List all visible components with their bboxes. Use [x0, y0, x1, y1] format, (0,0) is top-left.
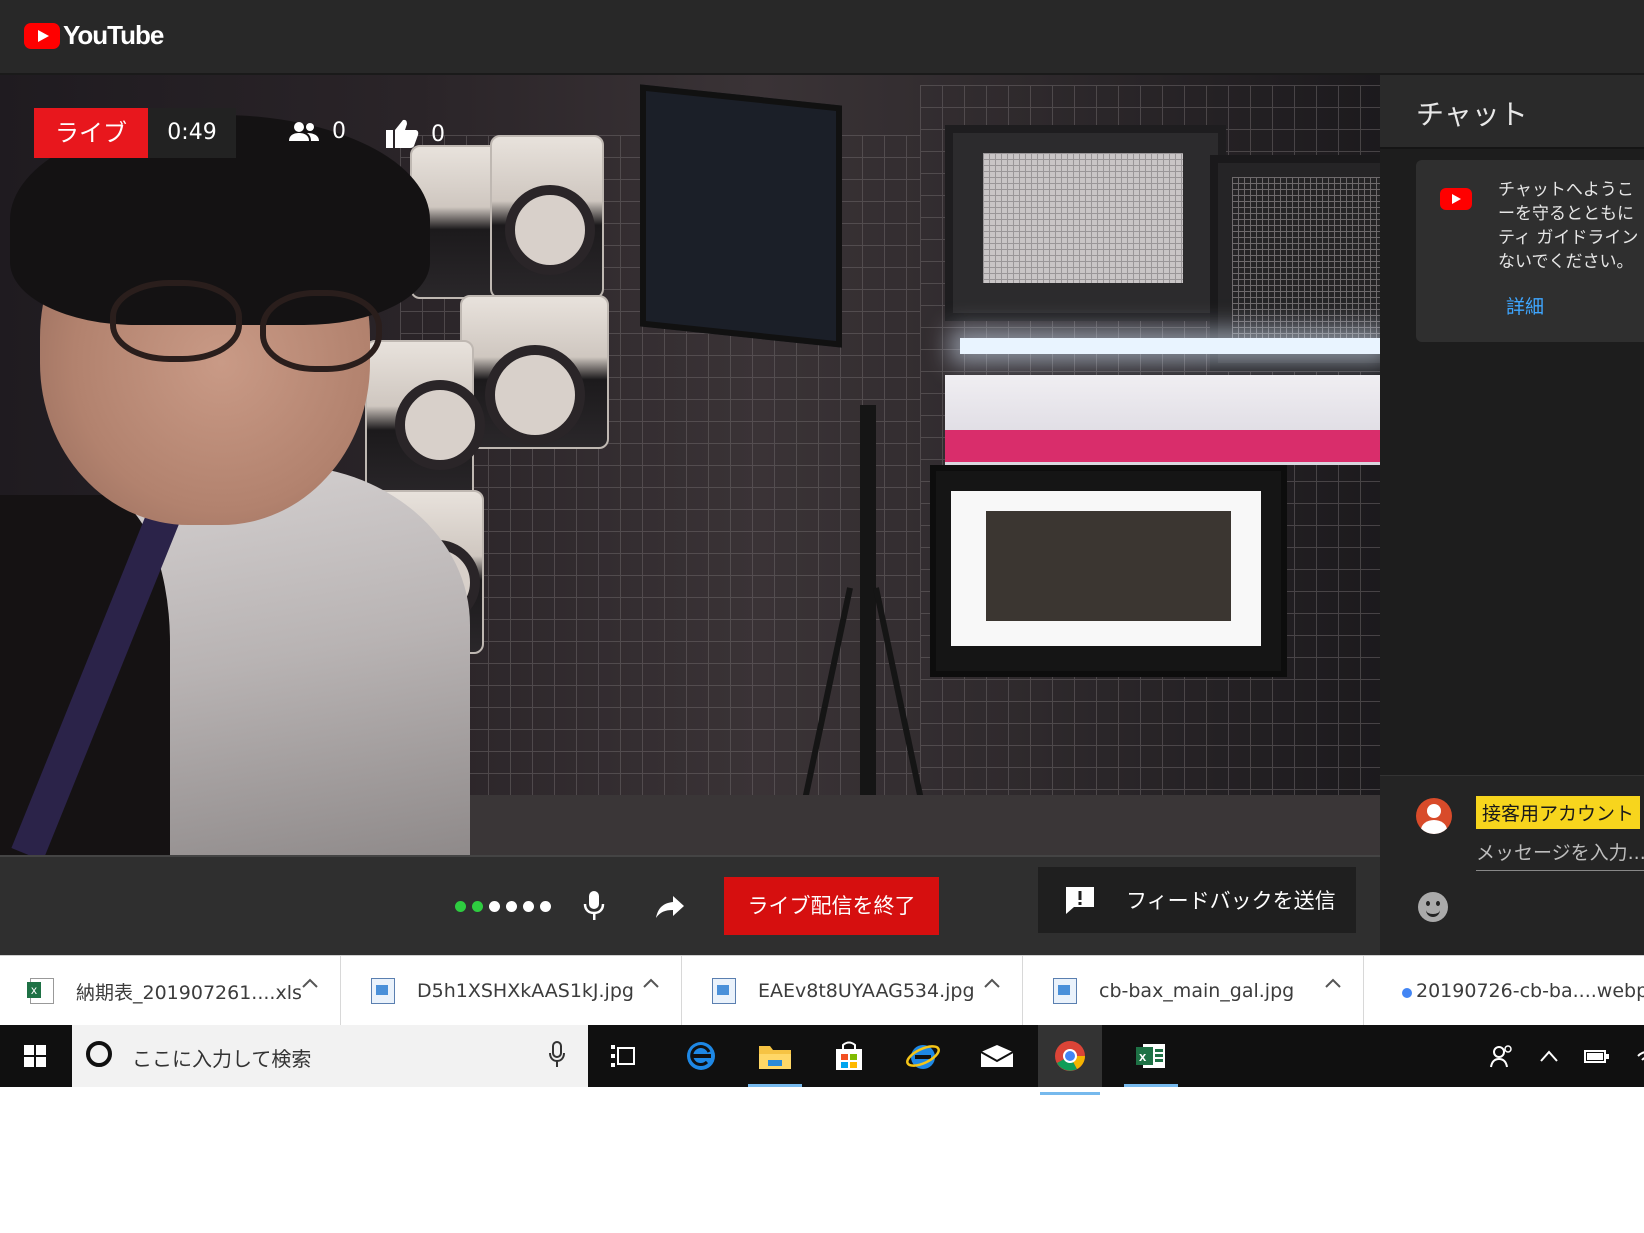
amplifier: [945, 125, 1226, 321]
viewer-count: 0: [288, 119, 346, 144]
system-tray: [1490, 1025, 1644, 1087]
display-monitor: [640, 84, 842, 348]
store-button[interactable]: [820, 1033, 878, 1079]
feedback-icon: [1066, 887, 1094, 914]
chevron-up-icon[interactable]: [302, 978, 318, 988]
chevron-up-icon[interactable]: [1325, 978, 1341, 988]
internet-explorer-icon: [906, 1045, 940, 1069]
wifi-icon[interactable]: [1636, 1046, 1644, 1066]
image-file-icon: [1053, 978, 1077, 1004]
windows-taskbar: ここに入力して検索 x: [0, 1025, 1644, 1095]
live-video-preview: ライブ 0:49 0 0: [0, 75, 1380, 855]
chat-panel: チャット チャットへようこ ーを守るとともに ティ ガイドライン ないでください…: [1380, 75, 1644, 956]
chrome-icon: [1055, 1041, 1085, 1071]
microphone-icon: [583, 891, 605, 920]
download-item[interactable]: EAEv8t8UYAAG534.jpg: [682, 956, 1023, 1026]
send-feedback-button[interactable]: フィードバックを送信: [1038, 867, 1356, 933]
download-filename: cb-bax_main_gal.jpg: [1099, 980, 1295, 1002]
youtube-header: YouTube: [0, 0, 1644, 75]
chat-message-input[interactable]: [1476, 840, 1644, 871]
viewers-icon: [289, 121, 319, 141]
thumbs-up-icon: [386, 119, 419, 148]
user-avatar: [1416, 798, 1452, 834]
display-screen: [930, 465, 1287, 677]
cable-ring: [505, 185, 595, 275]
youtube-play-icon: [24, 22, 60, 49]
viewer-count-value: 0: [332, 119, 346, 144]
led-light-bar: [960, 338, 1380, 354]
chat-details-link[interactable]: 詳細: [1506, 292, 1544, 319]
cable-ring: [485, 345, 585, 445]
task-view-icon: [611, 1045, 635, 1067]
download-bar: 納期表_201907261....xls D5h1XSHXkAAS1kJ.jpg…: [0, 955, 1644, 1026]
youtube-icon: [1440, 188, 1472, 210]
chevron-up-icon[interactable]: [1540, 1050, 1558, 1062]
microphone-button[interactable]: [583, 890, 605, 926]
file-explorer-button[interactable]: [746, 1033, 804, 1087]
chevron-up-icon[interactable]: [643, 978, 659, 988]
taskbar-search-placeholder: ここに入力して検索: [132, 1047, 312, 1071]
folder-icon: [759, 1046, 791, 1069]
task-view-button[interactable]: [594, 1033, 652, 1079]
start-button[interactable]: [0, 1025, 70, 1087]
chat-title: チャット: [1416, 98, 1528, 131]
audio-level-meter: [455, 901, 551, 912]
windows-logo-icon: [24, 1045, 46, 1067]
download-filename: EAEv8t8UYAAG534.jpg: [758, 980, 975, 1002]
chat-welcome-text: チャットへようこ ーを守るとともに ティ ガイドライン ないでください。: [1498, 180, 1639, 272]
live-elapsed-time: 0:49: [148, 108, 236, 158]
end-stream-button[interactable]: ライブ配信を終了: [724, 877, 939, 935]
chat-header: チャット: [1380, 75, 1644, 149]
stream-control-bar: ライブ配信を終了 フィードバックを送信: [0, 855, 1380, 957]
chat-welcome-card: チャットへようこ ーを守るとともに ティ ガイドライン ないでください。 詳細: [1416, 160, 1644, 342]
svg-text:x: x: [1139, 1049, 1147, 1064]
cable-ring: [395, 380, 485, 470]
taskbar-search-box[interactable]: ここに入力して検索: [72, 1025, 588, 1087]
people-icon[interactable]: [1490, 1044, 1514, 1068]
edge-button[interactable]: [672, 1033, 730, 1079]
image-file-icon: [712, 978, 736, 1004]
share-button[interactable]: [655, 895, 685, 923]
send-feedback-label: フィードバックを送信: [1126, 889, 1336, 913]
chevron-up-icon[interactable]: [984, 978, 1000, 988]
glasses: [110, 280, 242, 362]
battery-icon[interactable]: [1584, 1047, 1610, 1065]
store-banner: [945, 375, 1380, 465]
glasses: [260, 290, 382, 372]
microphone-icon[interactable]: [548, 1041, 566, 1069]
mail-icon: [980, 1045, 1014, 1067]
like-count-value: 0: [431, 121, 445, 147]
download-item[interactable]: D5h1XSHXkAAS1kJ.jpg: [341, 956, 682, 1026]
download-filename: 納期表_201907261....xls: [76, 981, 302, 1004]
internet-explorer-button[interactable]: [894, 1033, 952, 1079]
download-item[interactable]: 20190726-cb-ba....webp: [1364, 956, 1644, 1026]
download-filename: 20190726-cb-ba....webp: [1416, 980, 1644, 1002]
download-item[interactable]: cb-bax_main_gal.jpg: [1023, 956, 1364, 1026]
like-count: 0: [385, 119, 445, 149]
share-arrow-icon: [656, 896, 684, 918]
chat-username: 接客用アカウント: [1476, 796, 1641, 829]
youtube-logo-text: YouTube: [63, 20, 164, 50]
chrome-button[interactable]: [1038, 1025, 1102, 1095]
download-item[interactable]: 納期表_201907261....xls: [0, 956, 341, 1026]
live-status-badge: ライブ 0:49: [34, 108, 236, 158]
edge-icon: [687, 1042, 715, 1070]
image-file-icon: [371, 978, 395, 1004]
chat-input-area: 接客用アカウント: [1380, 775, 1644, 956]
emoji-icon[interactable]: [1418, 892, 1448, 922]
camera-tripod: [860, 405, 876, 845]
download-filename: D5h1XSHXkAAS1kJ.jpg: [417, 980, 634, 1002]
excel-file-icon: [27, 978, 54, 1004]
store-bag-icon: [836, 1041, 862, 1070]
mail-button[interactable]: [968, 1033, 1026, 1079]
youtube-logo[interactable]: YouTube: [24, 20, 164, 51]
cortana-icon: [86, 1041, 112, 1067]
live-label: ライブ: [34, 108, 148, 158]
excel-icon: x: [1136, 1044, 1165, 1068]
excel-button[interactable]: x: [1122, 1033, 1180, 1087]
